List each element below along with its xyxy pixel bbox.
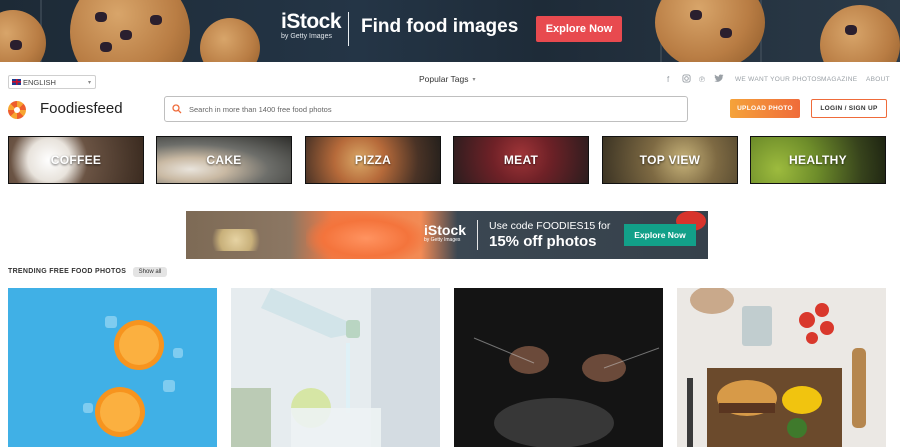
search-input[interactable]: Search in more than 1400 free food photo… xyxy=(164,96,688,122)
popular-tags-label: Popular Tags xyxy=(419,74,469,84)
chip xyxy=(150,15,162,25)
nuts-image xyxy=(206,229,266,251)
category-label: TOP VIEW xyxy=(639,153,701,167)
cookie-image xyxy=(820,5,900,62)
top-ad-banner[interactable]: iStock by Getty Images Find food images … xyxy=(0,0,900,62)
category-pizza[interactable]: PIZZA xyxy=(305,136,441,184)
chip xyxy=(100,42,112,52)
popular-tags-dropdown[interactable]: Popular Tags ▾ xyxy=(419,74,475,84)
banner-headline: Find food images xyxy=(361,16,519,37)
facebook-icon[interactable]: f xyxy=(667,75,669,84)
login-signup-button[interactable]: LOGIN / SIGN UP xyxy=(811,99,887,118)
promo-code-text: Use code FOODIES15 for xyxy=(489,220,611,232)
photo-card-flour-hands[interactable] xyxy=(454,288,663,447)
cookie-image xyxy=(655,0,765,62)
istock-logo: iStock by Getty Images xyxy=(424,222,467,243)
category-label: PIZZA xyxy=(354,153,392,167)
pinterest-icon[interactable]: ℗ xyxy=(699,75,705,84)
category-healthy[interactable]: HEALTHY xyxy=(750,136,886,184)
link-we-want-your-photos[interactable]: WE WANT YOUR PHOTOS xyxy=(735,76,821,83)
chip xyxy=(690,10,702,20)
show-all-button[interactable]: Show all xyxy=(133,267,167,277)
flour-hands-image xyxy=(454,288,663,447)
photo-card-burger-tray[interactable] xyxy=(677,288,886,447)
category-coffee[interactable]: COFFEE xyxy=(8,136,144,184)
divider xyxy=(348,12,349,46)
instagram-icon[interactable] xyxy=(682,74,691,85)
chevron-down-icon: ▾ xyxy=(472,76,476,83)
search-placeholder: Search in more than 1400 free food photo… xyxy=(189,104,332,114)
language-select[interactable]: ENGLISH ▾ xyxy=(8,75,96,89)
category-meat[interactable]: MEAT xyxy=(453,136,589,184)
promo-offer-text: 15% off photos xyxy=(489,233,597,250)
link-magazine[interactable]: MAGAZINE xyxy=(821,76,857,83)
category-label: MEAT xyxy=(503,153,539,167)
photo-card-oranges[interactable] xyxy=(8,288,217,447)
chip xyxy=(120,30,132,40)
promo-ad-banner[interactable]: iStock by Getty Images Use code FOODIES1… xyxy=(186,211,708,259)
category-cake[interactable]: CAKE xyxy=(156,136,292,184)
category-label: CAKE xyxy=(206,153,242,167)
oranges-image xyxy=(8,288,217,447)
section-title: TRENDING FREE FOOD PHOTOS xyxy=(8,268,127,275)
upload-photo-button[interactable]: UPLOAD PHOTO xyxy=(730,99,800,118)
category-label: COFFEE xyxy=(50,153,102,167)
search-icon xyxy=(172,104,182,114)
istock-logo: iStock by Getty Images xyxy=(281,10,342,40)
cookie-image xyxy=(200,18,260,62)
language-label: ENGLISH xyxy=(23,77,56,87)
pouring-drink-image xyxy=(231,288,440,447)
twitter-icon[interactable] xyxy=(714,74,724,85)
chip xyxy=(10,40,22,50)
uk-flag-icon xyxy=(12,79,21,85)
link-about[interactable]: ABOUT xyxy=(866,76,890,83)
chip xyxy=(720,28,732,38)
photo-card-pouring-drink[interactable] xyxy=(231,288,440,447)
burger-tray-image xyxy=(677,288,886,447)
category-label: HEALTHY xyxy=(789,153,847,167)
explore-now-button[interactable]: Explore Now xyxy=(536,16,622,42)
chip xyxy=(95,12,107,22)
salmon-image xyxy=(306,213,426,259)
divider xyxy=(477,220,478,250)
foodiesfeed-logo-icon[interactable] xyxy=(8,101,26,119)
chip xyxy=(845,25,857,35)
explore-now-button[interactable]: Explore Now xyxy=(624,224,696,246)
category-top-view[interactable]: TOP VIEW xyxy=(602,136,738,184)
site-logo-text[interactable]: Foodiesfeed xyxy=(40,100,123,117)
chevron-down-icon: ▾ xyxy=(87,80,91,86)
